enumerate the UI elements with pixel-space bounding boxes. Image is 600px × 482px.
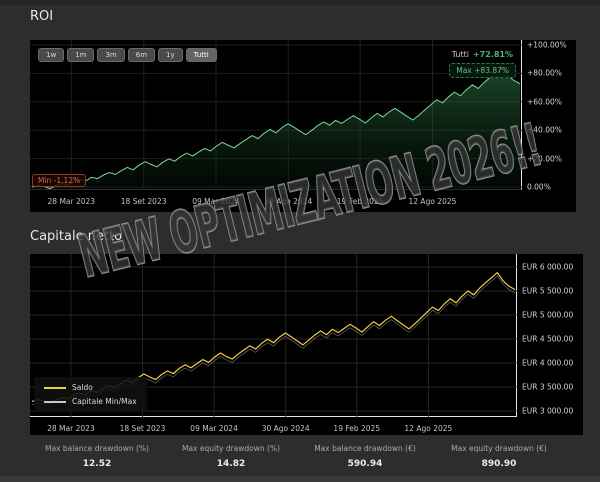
equity-chart-canvas[interactable]: Saldo Capitale Min/Max	[30, 254, 517, 417]
stat-label: Max balance drawdown (€)	[298, 444, 432, 453]
top-band	[0, 0, 600, 5]
range-button-1m[interactable]: 1m	[67, 48, 94, 62]
roi-y-tick-label: +80.00%	[527, 69, 562, 78]
equity-y-tick-label: EUR 5 500.00	[522, 287, 573, 296]
equity-y-tick-label: EUR 5 000.00	[522, 311, 573, 320]
stat-label: Max equity drawdown (%)	[164, 444, 298, 453]
equity-legend: Saldo Capitale Min/Max	[34, 377, 147, 412]
roi-x-tick-label: 28 Mar 2023	[48, 197, 96, 206]
roi-chart-canvas[interactable]: 1w1m3m6m1yTutti Tutti+72.81% Max +83.87%…	[30, 40, 522, 190]
equity-y-tick-label: EUR 3 500.00	[522, 383, 573, 392]
equity-x-axis: 28 Mar 2023 18 Set 2023 09 Mar 2024 30 Ago …	[30, 419, 517, 435]
stat-box: Max equity drawdown (€) 890.90	[432, 444, 566, 469]
roi-y-tick-label: +60.00%	[527, 97, 562, 106]
roi-y-tick-label: +20.00%	[527, 154, 562, 163]
roi-chart-svg	[30, 40, 522, 190]
stat-value: 890.90	[432, 459, 566, 469]
equity-x-tick-label: 30 Ago 2024	[262, 424, 310, 433]
legend-label: Capitale Min/Max	[72, 397, 137, 406]
roi-chart: 1w1m3m6m1yTutti Tutti+72.81% Max +83.87%…	[30, 40, 576, 212]
footer-band	[0, 476, 600, 482]
range-buttons: 1w1m3m 6m1yTutti	[38, 48, 217, 62]
legend-line-swatch	[44, 387, 66, 389]
range-button-tutti[interactable]: Tutti	[186, 48, 217, 62]
equity-y-axis: EUR 6 000.00 EUR 5 500.00 EUR 5 000.00 EUR …	[522, 254, 582, 435]
equity-x-tick-label: 28 Mar 2023	[47, 424, 95, 433]
stat-box: Max equity drawdown (%) 14.82	[164, 444, 298, 469]
roi-x-tick-label: 12 Ago 2025	[409, 197, 457, 206]
legend-label: Saldo	[72, 383, 93, 392]
stat-label: Max equity drawdown (€)	[432, 444, 566, 453]
roi-total-value: +72.81%	[473, 50, 513, 59]
range-button-1w[interactable]: 1w	[38, 48, 64, 62]
roi-y-tick-label: 0.00%	[527, 183, 551, 192]
roi-total-label: Tutti	[452, 50, 469, 59]
equity-y-tick-label: EUR 4 500.00	[522, 335, 573, 344]
roi-x-axis: 28 Mar 2023 18 Set 2023 09 Mar 2024 30 Ago …	[30, 192, 522, 210]
roi-total: Tutti +72.81%	[452, 50, 513, 59]
stat-box: Max balance drawdown (€) 590.94	[298, 444, 432, 469]
legend-line-swatch	[44, 401, 66, 403]
range-button-3m[interactable]: 3m	[97, 48, 124, 62]
equity-x-tick-label: 19 Feb 2025	[333, 424, 380, 433]
roi-x-tick-label: 30 Ago 2024	[264, 197, 312, 206]
legend-item: Saldo	[44, 383, 137, 392]
equity-y-tick-label: EUR 3 000.00	[522, 407, 573, 416]
equity-x-tick-label: 18 Set 2023	[120, 424, 166, 433]
stat-value: 12.52	[30, 459, 164, 469]
stat-value: 14.82	[164, 459, 298, 469]
equity-y-tick-label: EUR 6 000.00	[522, 263, 573, 272]
range-button-6m[interactable]: 6m	[128, 48, 155, 62]
stat-value: 590.94	[298, 459, 432, 469]
roi-min-badge: Min -1.12%	[32, 174, 86, 187]
roi-y-tick-label: +100.00%	[527, 41, 567, 50]
roi-y-axis: +100.00% +80.00% +60.00% +40.00% +20.00% 0.00…	[527, 40, 575, 212]
roi-max-badge: Max +83.87%	[449, 63, 516, 78]
equity-x-tick-label: 09 Mar 2024	[190, 424, 238, 433]
drawdown-stats-row: Max balance drawdown (%)12.52Max equity …	[30, 444, 566, 469]
equity-y-tick-label: EUR 4 000.00	[522, 359, 573, 368]
roi-x-tick-label: 09 Mar 2024	[192, 197, 240, 206]
equity-section-title: Capitale netto	[30, 229, 122, 244]
legend-item: Capitale Min/Max	[44, 397, 137, 406]
stat-box: Max balance drawdown (%) 12.52	[30, 444, 164, 469]
roi-x-tick-label: 18 Set 2023	[121, 197, 167, 206]
equity-chart: Saldo Capitale Min/Max EUR 6 000.00 EUR 5 …	[30, 254, 583, 435]
equity-x-tick-label: 12 Ago 2025	[404, 424, 452, 433]
roi-section-title: ROI	[30, 9, 53, 24]
roi-x-tick-label: 19 Feb 2025	[337, 197, 384, 206]
range-button-1y[interactable]: 1y	[158, 48, 183, 62]
roi-y-tick-label: +40.00%	[527, 126, 562, 135]
stat-label: Max balance drawdown (%)	[30, 444, 164, 453]
